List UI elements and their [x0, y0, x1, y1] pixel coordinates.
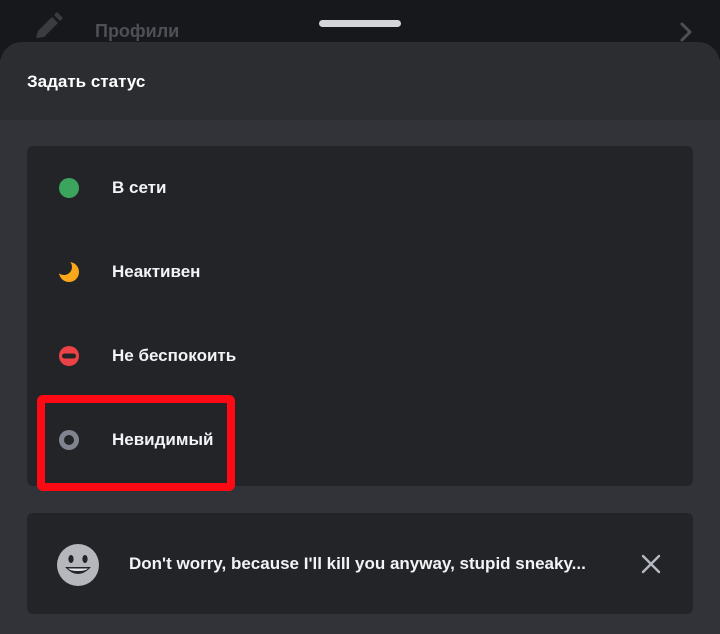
- status-option-online[interactable]: В сети: [27, 146, 693, 230]
- status-label: Неактивен: [112, 262, 201, 281]
- status-label: В сети: [112, 178, 167, 197]
- status-option-dnd[interactable]: Не беспокоить: [27, 314, 693, 398]
- drag-handle[interactable]: [319, 20, 401, 27]
- profiles-label: Профили: [95, 21, 180, 41]
- pencil-icon: [36, 12, 63, 38]
- chevron-right-icon: [680, 22, 692, 42]
- status-option-idle[interactable]: Неактивен: [27, 230, 693, 314]
- custom-status-text: Don't worry, because I'll kill you anywa…: [129, 554, 586, 573]
- sheet-content: В сети Неактивен Не беспокоить Невидимый: [0, 120, 720, 634]
- dnd-icon: [59, 346, 79, 366]
- highlight-box: [37, 395, 235, 491]
- sheet-header: Задать статус: [0, 42, 720, 120]
- moon-icon: [57, 260, 79, 282]
- close-icon[interactable]: [639, 552, 663, 576]
- grinning-face-icon: [57, 544, 99, 586]
- online-dot-icon: [59, 178, 79, 198]
- sheet-title: Задать статус: [27, 72, 146, 91]
- status-label: Не беспокоить: [112, 346, 237, 365]
- custom-status-card[interactable]: Don't worry, because I'll kill you anywa…: [27, 513, 693, 614]
